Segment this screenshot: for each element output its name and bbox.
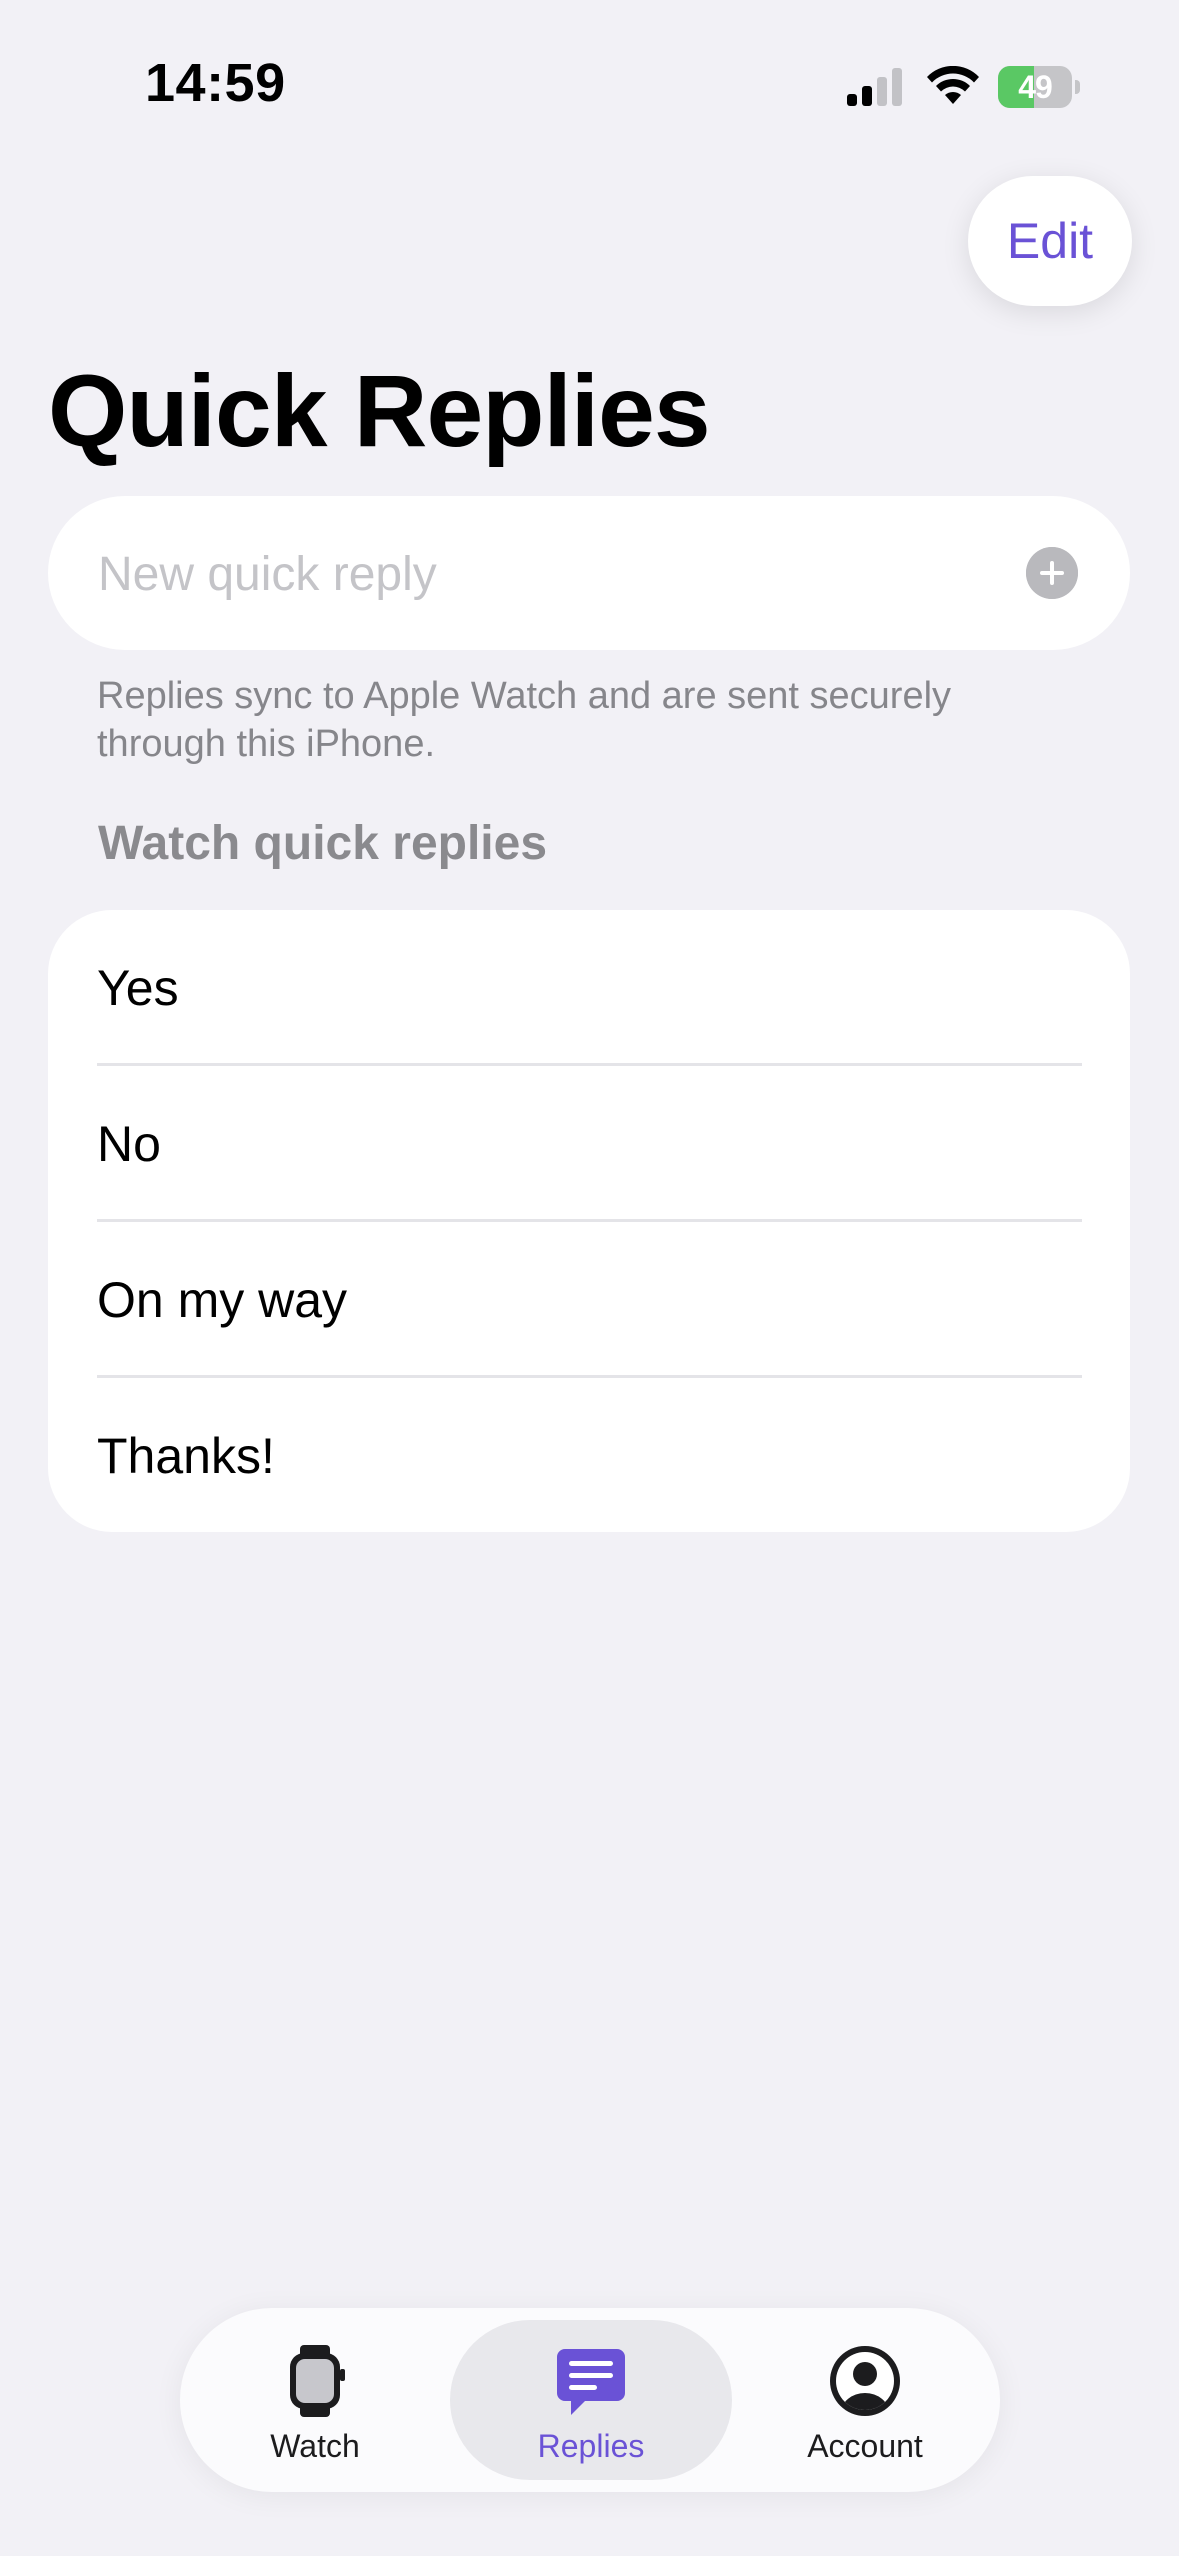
reply-label: Yes xyxy=(97,960,179,1016)
tab-account[interactable]: Account xyxy=(780,2308,950,2492)
section-header: Watch quick replies xyxy=(98,817,548,870)
new-reply-field xyxy=(48,496,1130,652)
reply-label: Thanks! xyxy=(97,1428,275,1484)
reply-label: On my way xyxy=(97,1272,348,1328)
watch-icon xyxy=(290,2345,345,2417)
reply-item[interactable]: No xyxy=(48,1066,1130,1222)
tab-bar: Watch Replies Account xyxy=(180,2308,1000,2492)
add-reply-button[interactable] xyxy=(1026,547,1078,599)
tab-label: Account xyxy=(807,2428,923,2464)
tab-label: Replies xyxy=(537,2428,645,2464)
tab-label: Watch xyxy=(270,2428,360,2464)
reply-item[interactable]: On my way xyxy=(48,1222,1130,1378)
reply-label: No xyxy=(97,1116,161,1172)
message-icon xyxy=(557,2349,625,2415)
page-title: Quick Replies xyxy=(48,354,711,468)
tab-watch[interactable]: Watch xyxy=(240,2308,390,2492)
cellular-signal-icon xyxy=(847,68,902,106)
battery-icon: 49 xyxy=(998,66,1080,108)
reply-item[interactable]: Thanks! xyxy=(48,1378,1130,1532)
wifi-icon xyxy=(927,66,979,104)
reply-item[interactable]: Yes xyxy=(48,910,1130,1066)
reply-list: Yes No On my way Thanks! xyxy=(48,910,1130,1532)
battery-percent: 49 xyxy=(1018,69,1053,105)
helper-text: Replies sync to Apple Watch and are sent… xyxy=(97,675,952,765)
plus-circle-icon xyxy=(1026,547,1078,599)
status-time: 14:59 xyxy=(145,53,286,113)
person-circle-icon xyxy=(830,2346,900,2416)
status-bar: 14:59 49 xyxy=(0,0,1179,170)
tab-replies[interactable]: Replies xyxy=(450,2308,732,2492)
edit-button[interactable]: Edit xyxy=(968,176,1132,306)
new-reply-input[interactable] xyxy=(96,496,1000,652)
